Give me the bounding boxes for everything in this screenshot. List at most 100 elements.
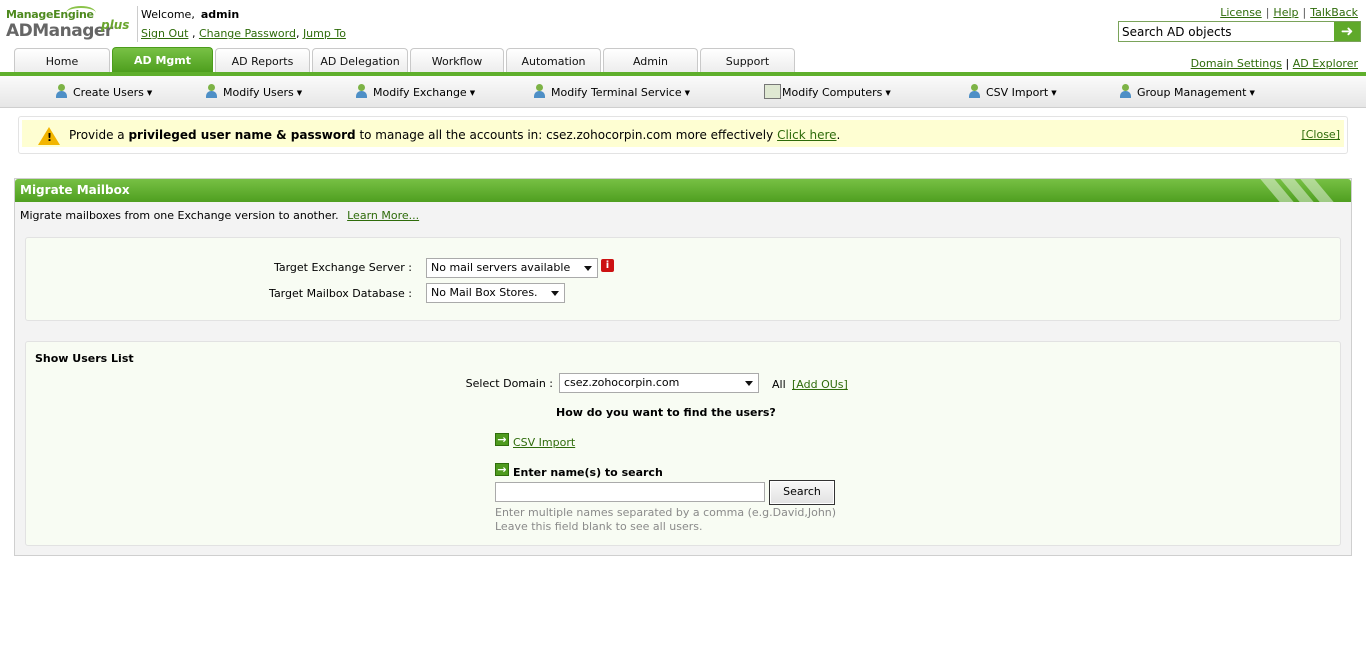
subnav-create-users[interactable]: Create Users ▼ — [55, 84, 152, 99]
add-ous-link[interactable]: [Add OUs] — [792, 378, 848, 391]
caret-down-icon: ▼ — [469, 89, 476, 97]
ad-explorer-link[interactable]: AD Explorer — [1293, 57, 1358, 70]
computer-icon — [764, 84, 781, 99]
select-domain-label: Select Domain : — [465, 377, 553, 390]
subnav-label: CSV Import — [986, 86, 1049, 99]
tab-ad-reports[interactable]: AD Reports — [215, 48, 310, 73]
logo-suffix: plus — [101, 18, 130, 32]
separator: | — [1285, 57, 1290, 70]
target-db-label: Target Mailbox Database : — [269, 287, 412, 300]
subnav-label: Modify Users — [223, 86, 294, 99]
username: admin — [200, 8, 240, 21]
tab-support[interactable]: Support — [700, 48, 795, 73]
license-link[interactable]: License — [1220, 6, 1261, 19]
description-text: Migrate mailboxes from one Exchange vers… — [20, 209, 339, 222]
search-button[interactable]: Search — [769, 480, 835, 505]
subnav-modify-users[interactable]: Modify Users ▼ — [205, 84, 302, 99]
separator: , — [191, 27, 196, 40]
csv-import-link[interactable]: CSV Import — [513, 436, 575, 449]
subnav-label: Modify Terminal Service — [551, 86, 682, 99]
click-here-link[interactable]: Click here — [777, 128, 836, 142]
welcome-label: Welcome, — [141, 8, 195, 21]
hint-blank-field: Leave this field blank to see all users. — [495, 520, 703, 533]
top-header: ManageEngine ADManager plus Welcome, admi… — [0, 0, 1366, 46]
admanager-logo[interactable]: ManageEngine ADManager plus — [6, 6, 134, 42]
domain-settings-link[interactable]: Domain Settings — [1191, 57, 1282, 70]
tab-ad-delegation[interactable]: AD Delegation — [312, 48, 408, 73]
search-go-arrow-icon[interactable]: ➜ — [1334, 22, 1360, 41]
tab-workflow[interactable]: Workflow — [410, 48, 504, 73]
caret-down-icon: ▼ — [296, 89, 303, 97]
target-db-select[interactable]: No Mail Box Stores. — [426, 283, 565, 303]
subnav-label: Modify Exchange — [373, 86, 467, 99]
alert-body: ! Provide a privileged user name & passw… — [22, 120, 1344, 147]
warning-icon: ! — [38, 127, 60, 145]
tab-ad-mgmt[interactable]: AD Mgmt — [112, 47, 213, 73]
show-users-box: Show Users List Select Domain : csez.zoh… — [25, 341, 1341, 546]
alert-bold-text: privileged user name & password — [128, 128, 356, 142]
subnav-modify-terminal-service[interactable]: Modify Terminal Service ▼ — [533, 84, 690, 99]
sub-navigation: Create Users ▼ Modify Users ▼ Modify Excha… — [0, 76, 1366, 108]
caret-down-icon: ▼ — [1249, 89, 1255, 97]
show-users-header: Show Users List — [35, 352, 134, 365]
help-link[interactable]: Help — [1273, 6, 1298, 19]
subnav-modify-exchange[interactable]: Modify Exchange ▼ — [355, 84, 475, 99]
panel-title: Migrate Mailbox — [15, 179, 1351, 202]
hint-multiple-names: Enter multiple names separated by a comm… — [495, 506, 837, 519]
domain-select[interactable]: csez.zohocorpin.com — [559, 373, 759, 393]
create-users-icon — [55, 84, 72, 99]
panel-title-text: Migrate Mailbox — [20, 183, 130, 197]
talkback-link[interactable]: TalkBack — [1310, 6, 1358, 19]
all-label: All — [772, 378, 786, 391]
alert-message: Provide a privileged user name & passwor… — [69, 128, 840, 142]
target-server-select[interactable]: No mail servers available — [426, 258, 598, 278]
sign-out-link[interactable]: Sign Out — [141, 27, 188, 40]
find-users-question: How do you want to find the users? — [556, 406, 776, 419]
subnav-label: Modify Computers — [782, 86, 883, 99]
logo-brand: ManageEngine — [6, 8, 94, 21]
user-links: Sign Out , Change Password, Jump To — [141, 27, 346, 40]
target-server-value: No mail servers available — [431, 261, 571, 274]
privilege-alert: ! Provide a privileged user name & passw… — [18, 116, 1348, 154]
domain-value: csez.zohocorpin.com — [564, 376, 680, 389]
modify-exchange-icon — [355, 84, 372, 99]
tab-automation[interactable]: Automation — [506, 48, 601, 73]
jump-to-link[interactable]: Jump To — [303, 27, 346, 40]
subnav-csv-import[interactable]: CSV Import ▼ — [968, 84, 1057, 99]
target-db-value: No Mail Box Stores. — [431, 286, 538, 299]
modify-users-icon — [205, 84, 222, 99]
csv-import-arrow-icon[interactable]: → — [495, 433, 509, 446]
separator: , — [295, 27, 300, 40]
separator: | — [1265, 6, 1270, 19]
migrate-mailbox-panel: Migrate Mailbox Migrate mailboxes from o… — [14, 178, 1352, 556]
dropdown-arrow-icon — [745, 381, 753, 386]
dropdown-arrow-icon — [584, 266, 592, 271]
caret-down-icon: ▼ — [885, 89, 891, 97]
panel-description: Migrate mailboxes from one Exchange vers… — [20, 209, 419, 222]
separator: | — [1302, 6, 1307, 19]
close-alert-link[interactable]: [Close] — [1301, 128, 1340, 141]
dropdown-arrow-icon — [551, 291, 559, 296]
alert-text: to manage all the accounts in: csez.zoho… — [359, 128, 774, 142]
terminal-service-icon — [533, 84, 550, 99]
target-settings-box: Target Exchange Server : No mail servers… — [25, 237, 1341, 321]
alert-text: . — [836, 128, 841, 142]
top-links: License | Help | TalkBack — [1220, 6, 1358, 19]
info-icon[interactable]: i — [601, 259, 614, 272]
subnav-label: Group Management — [1137, 86, 1247, 99]
subnav-group-management[interactable]: Group Management ▼ — [1119, 84, 1255, 99]
group-icon — [1119, 84, 1136, 99]
learn-more-link[interactable]: Learn More... — [347, 209, 419, 222]
alert-text: Provide a — [69, 128, 125, 142]
enter-names-arrow-icon[interactable]: → — [495, 463, 509, 476]
change-password-link[interactable]: Change Password — [199, 27, 296, 40]
search-input[interactable] — [1119, 22, 1333, 41]
subnav-modify-computers[interactable]: Modify Computers ▼ — [764, 84, 891, 99]
tab-admin[interactable]: Admin — [603, 48, 698, 73]
name-search-input[interactable] — [495, 482, 765, 502]
target-server-label: Target Exchange Server : — [273, 261, 412, 274]
search-box: ➜ — [1118, 21, 1361, 42]
tab-home[interactable]: Home — [14, 48, 110, 73]
enter-names-label: Enter name(s) to search — [513, 466, 663, 479]
caret-down-icon: ▼ — [684, 89, 690, 97]
